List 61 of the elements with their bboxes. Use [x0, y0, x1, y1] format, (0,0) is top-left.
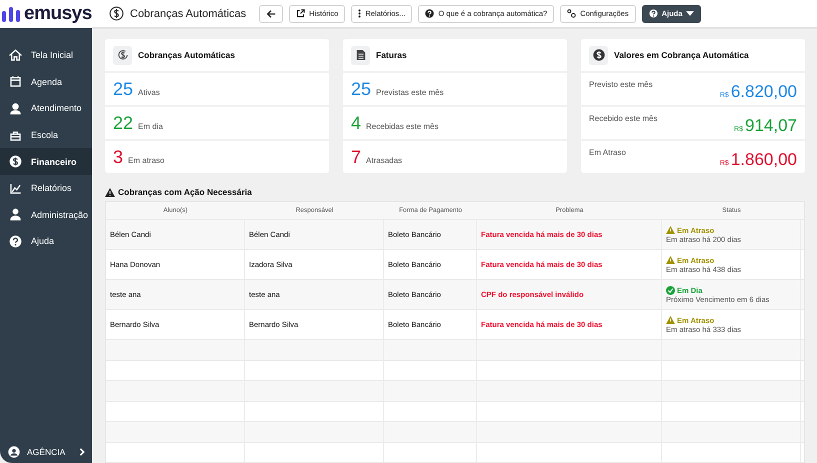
help-icon [425, 9, 434, 18]
nav-item[interactable]: Tela Inicial [0, 42, 92, 69]
amount-value: 6.820,00 [730, 82, 797, 102]
nav-item[interactable]: Escola [0, 122, 92, 148]
nav-item[interactable]: Administração [0, 202, 92, 228]
warning-icon [105, 188, 115, 196]
stat-label: Ativas [138, 86, 160, 96]
home-icon [9, 48, 22, 62]
document-icon [356, 49, 366, 61]
external-link-icon [296, 9, 306, 18]
user-icon [8, 446, 20, 458]
stat-value: 25 [351, 78, 372, 100]
nav-item[interactable]: Agenda [0, 68, 92, 96]
logo-icon [1, 5, 21, 23]
help-icon [9, 234, 22, 248]
chevron-right-icon [78, 448, 86, 456]
stat-value: 22 [113, 112, 134, 134]
stat-label: Previsto este mês [589, 79, 653, 89]
dollar-cycle-icon [116, 49, 128, 61]
warning-icon [666, 226, 675, 234]
warning-icon [666, 316, 675, 324]
stat-label: Atrasadas [366, 154, 402, 164]
dollar-icon [9, 155, 22, 168]
stat-label: Em dia [138, 120, 163, 130]
person-icon [9, 208, 22, 222]
card-title: Cobranças Automáticas [138, 50, 235, 60]
person-icon [9, 102, 22, 115]
amount-value: 1.860,00 [730, 150, 797, 170]
dollar-icon [592, 49, 604, 61]
settings-icon [567, 9, 576, 18]
chart-icon [9, 182, 22, 195]
section-title: Cobranças com Ação Necessária [118, 187, 252, 197]
check-circle-icon [666, 286, 675, 294]
card-title: Valores em Cobrança Automática [614, 50, 749, 60]
stat-label: Em atraso [128, 154, 164, 164]
caret-icon [686, 11, 694, 16]
stat-label: Previstas este mês [376, 86, 444, 96]
briefcase-icon [9, 128, 22, 142]
help-icon [648, 9, 658, 18]
stat-label: Recebido este mês [589, 113, 658, 123]
stat-value: 3 [113, 146, 124, 168]
amount-value: 914,07 [745, 116, 797, 136]
logo-text: emusys [24, 3, 92, 25]
warning-icon [666, 256, 675, 264]
nav-item[interactable]: Atendimento [0, 95, 92, 122]
nav-item[interactable]: Financeiro [0, 148, 92, 175]
arrow-left-icon [266, 8, 276, 18]
stat-label: Em Atraso [589, 147, 626, 157]
dollar-icon [109, 6, 124, 21]
stat-value: 7 [351, 146, 362, 168]
stat-value: 4 [351, 112, 362, 134]
nav-item[interactable]: Ajuda [0, 228, 92, 255]
more-icon [358, 9, 362, 18]
calendar-icon [9, 75, 22, 88]
page-title: Cobranças Automáticas [130, 8, 246, 20]
back-button[interactable] [259, 4, 284, 22]
stat-value: 25 [113, 78, 134, 100]
stat-label: Recebidas este mês [366, 120, 438, 130]
nav-item[interactable]: Relatórios [0, 174, 92, 202]
card-title: Faturas [376, 50, 407, 60]
agency-menu[interactable]: AGÊNCIA [0, 441, 92, 463]
